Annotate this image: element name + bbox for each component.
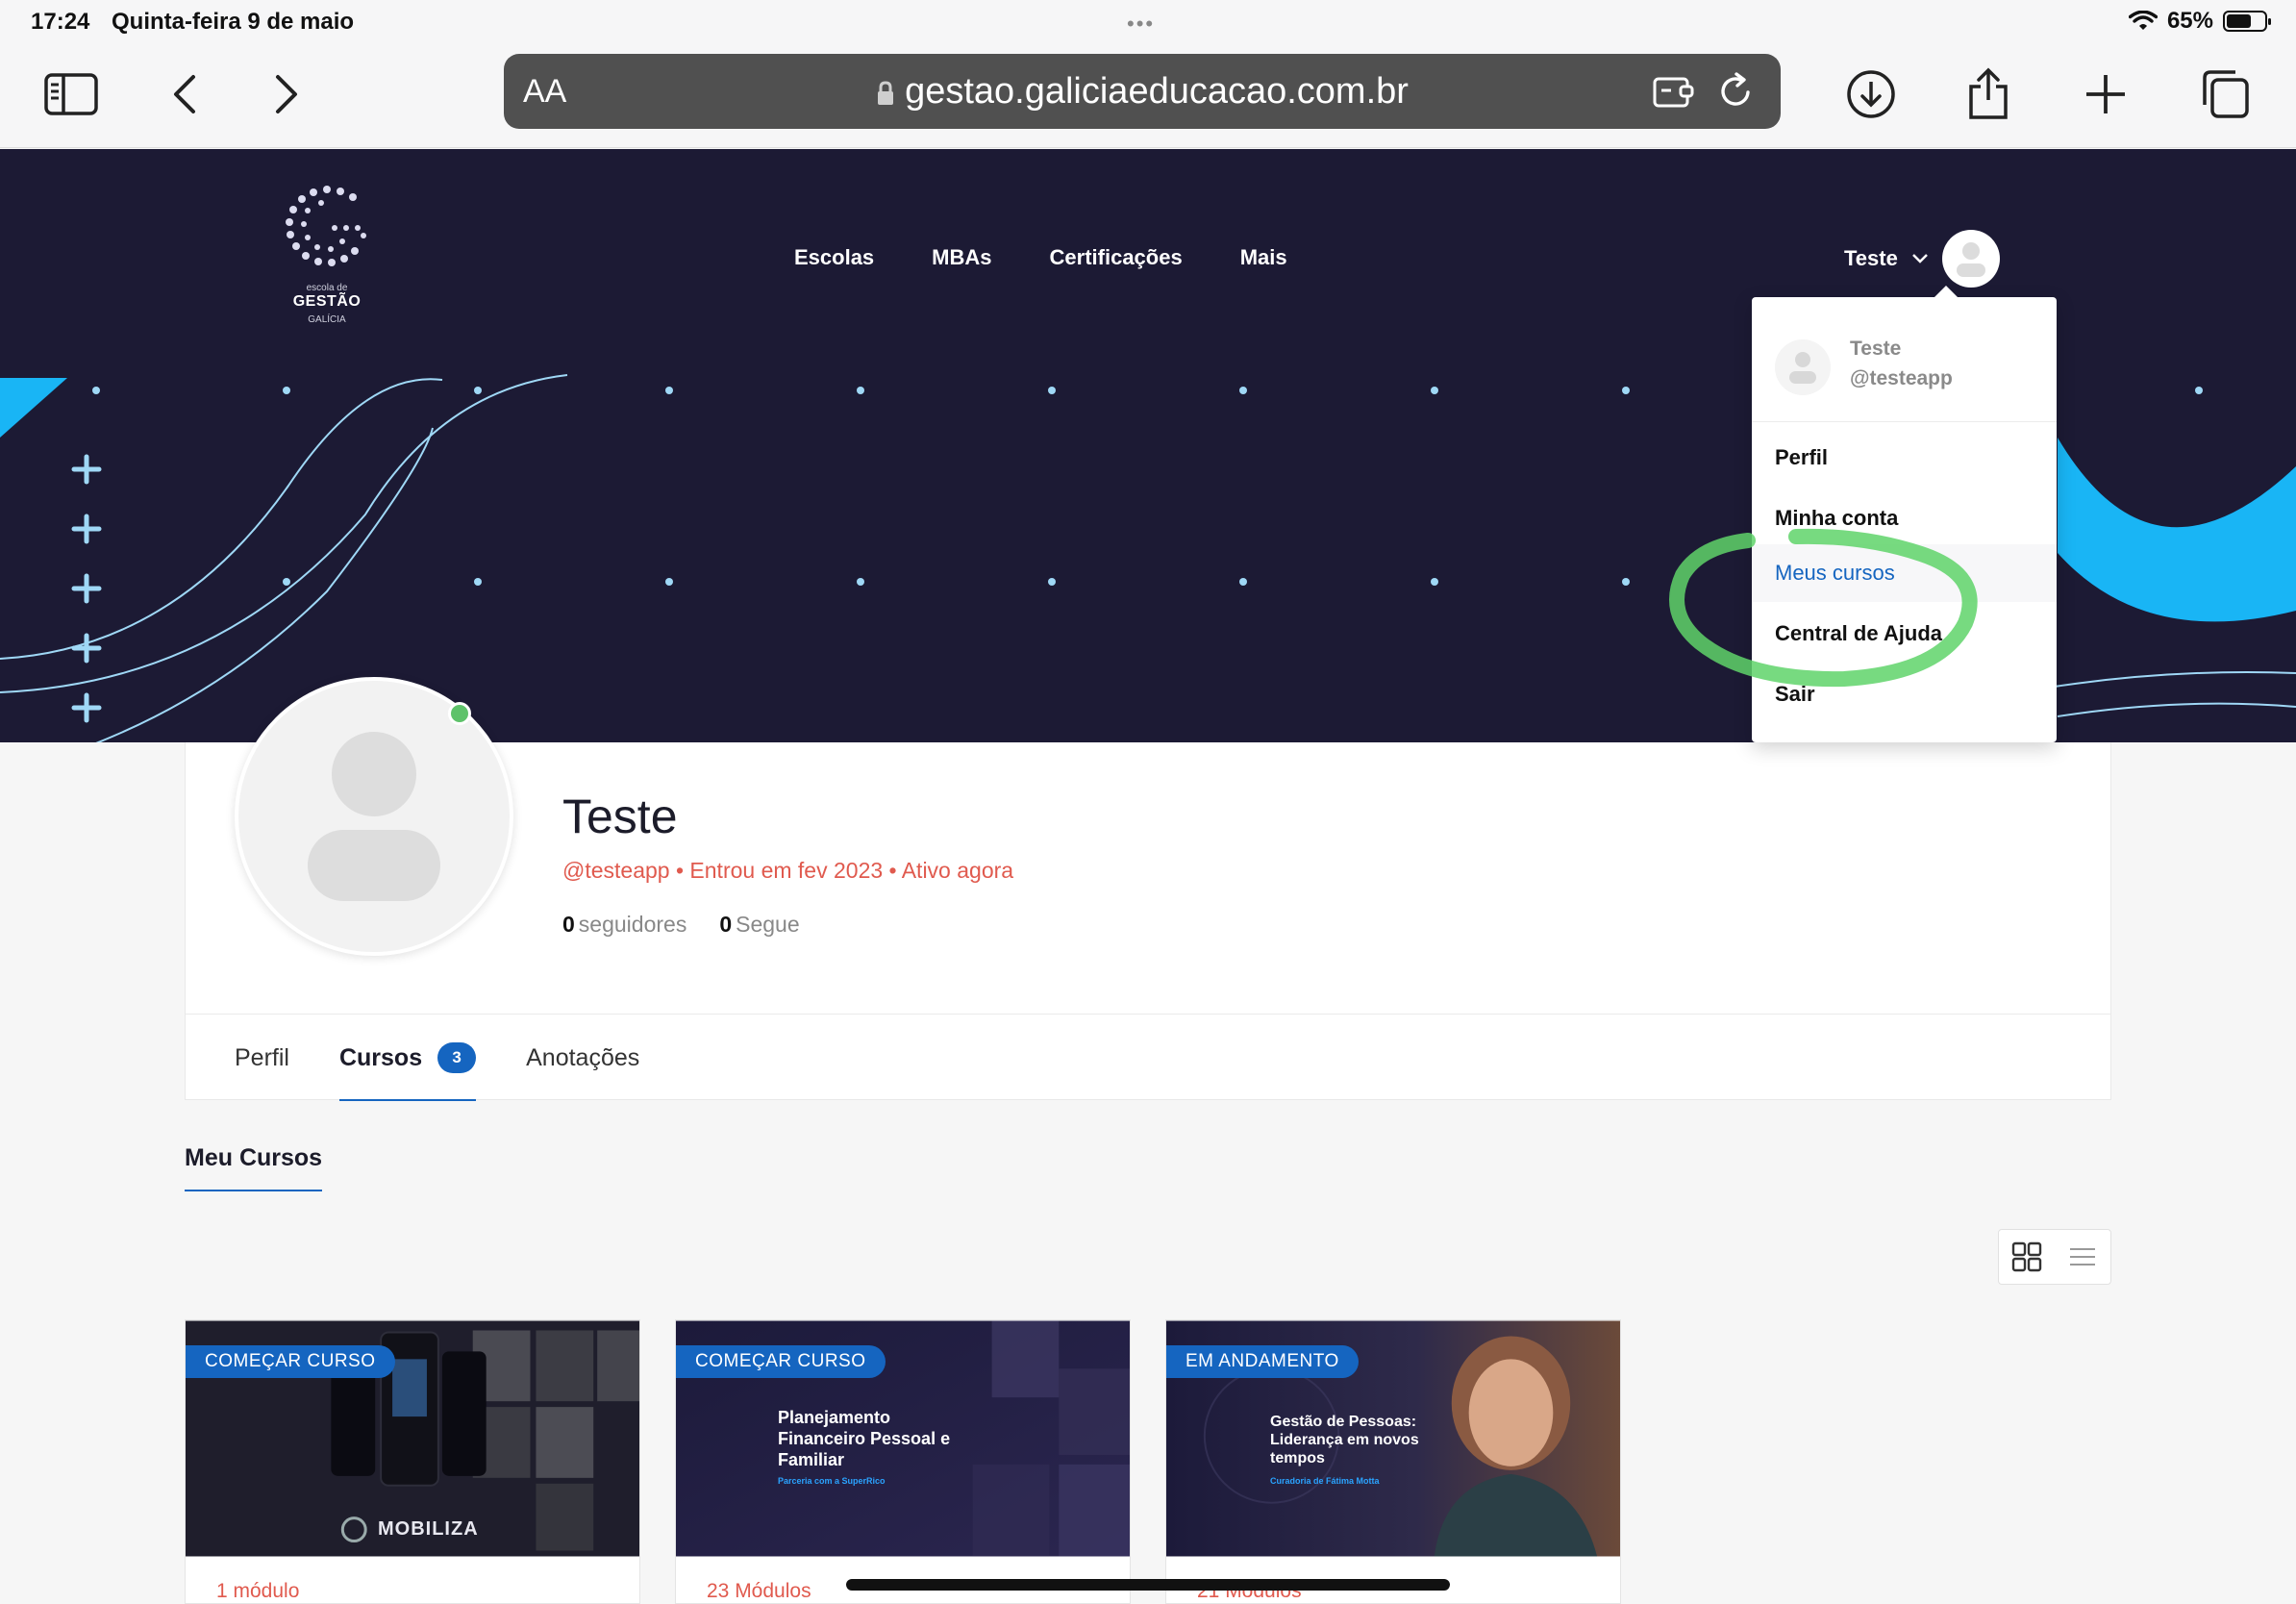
dropdown-avatar <box>1775 339 1831 395</box>
course-modules: 1 módulo <box>216 1580 300 1602</box>
status-time: 17:24 <box>31 9 90 35</box>
status-right: 65% <box>2128 8 2271 35</box>
course-modules: 23 Módulos <box>707 1580 811 1602</box>
grid-view-button[interactable] <box>1999 1230 2055 1284</box>
course-title: Planejamento Financeiro Pessoal e Famili… <box>778 1408 951 1469</box>
profile-name: Teste <box>562 789 678 843</box>
user-menu-trigger[interactable]: Teste <box>1844 230 2000 288</box>
forward-icon[interactable] <box>256 63 317 125</box>
dropdown-user-name: Teste <box>1850 338 1902 360</box>
logo-sub: escola de <box>306 283 348 293</box>
url-text: gestao.galiciaeducacao.com.br <box>905 71 1409 112</box>
url-display[interactable]: gestao.galiciaeducacao.com.br <box>504 71 1781 113</box>
grid-icon <box>2011 1241 2042 1272</box>
dropdown-item-meus-cursos[interactable]: Meus cursos <box>1752 544 2057 602</box>
person-icon <box>1956 242 1985 277</box>
main-nav: Escolas MBAs Certificações Mais <box>794 245 1287 270</box>
followers-label: seguidores <box>578 912 687 937</box>
chevron-down-icon <box>1911 254 1928 263</box>
profile-meta: @testeapp • Entrou em fev 2023 • Ativo a… <box>562 858 1014 883</box>
download-icon[interactable] <box>1840 63 1902 125</box>
address-bar[interactable]: AA gestao.galiciaeducacao.com.br <box>504 54 1781 129</box>
user-avatar[interactable] <box>1941 230 2000 288</box>
extension-icon[interactable] <box>1652 73 1698 112</box>
tab-count-badge: 3 <box>437 1041 477 1073</box>
status-date: Quinta-feira 9 de maio <box>112 9 355 35</box>
user-menu-name: Teste <box>1844 246 1898 270</box>
battery-fill <box>2227 14 2251 28</box>
following-label: Segue <box>736 912 800 937</box>
wifi-icon <box>2128 11 2158 30</box>
share-icon[interactable] <box>1958 63 2019 125</box>
battery-percent: 65% <box>2166 8 2213 34</box>
status-bar: 17:24 Quinta-feira 9 de maio ••• 65% <box>0 0 2296 46</box>
logo-brand: GALÍCIA <box>308 314 346 325</box>
site-logo[interactable]: escola de GESTÃO GALÍCIA <box>279 178 375 332</box>
dropdown-item-central-de-ajuda[interactable]: Central de Ajuda <box>1752 605 2057 663</box>
course-tagline: Parceria com a SuperRico <box>778 1476 886 1486</box>
back-icon[interactable] <box>154 63 215 125</box>
person-icon <box>308 732 440 901</box>
nav-mais[interactable]: Mais <box>1240 245 1287 270</box>
nav-escolas[interactable]: Escolas <box>794 245 874 270</box>
course-status-badge: COMEÇAR CURSO <box>186 1345 395 1378</box>
tab-label: Cursos <box>338 1043 423 1071</box>
tab-label: Perfil <box>235 1043 289 1071</box>
browser-toolbar: AA gestao.galiciaeducacao.com.br <box>0 46 2296 148</box>
online-status-dot <box>448 702 471 725</box>
course-status-badge: COMEÇAR CURSO <box>676 1345 886 1378</box>
following-count: 0 <box>719 912 733 937</box>
nav-certificacoes[interactable]: Certificações <box>1050 245 1183 270</box>
person-icon <box>1789 352 1816 384</box>
logo-main: GESTÃO <box>292 293 362 310</box>
tabs-overview-icon[interactable] <box>2194 63 2256 125</box>
follow-stats: 0 seguidores 0 Segue <box>562 912 800 938</box>
course-status-badge: EM ANDAMENTO <box>1166 1345 1359 1378</box>
tab-anotacoes[interactable]: Anotações <box>526 1015 639 1101</box>
dropdown-item-sair[interactable]: Sair <box>1752 665 2057 723</box>
dropdown-user-header[interactable]: Teste @testeapp <box>1752 297 2057 422</box>
tab-cursos[interactable]: Cursos 3 <box>338 1015 477 1101</box>
nav-mbas[interactable]: MBAs <box>932 245 991 270</box>
followers-stat[interactable]: 0 seguidores <box>562 912 686 938</box>
followers-count: 0 <box>562 912 575 937</box>
list-icon <box>2070 1248 2095 1266</box>
course-card[interactable]: EM ANDAMENTO Gestão de Pessoas: Lideranç… <box>1165 1319 1621 1604</box>
list-view-button[interactable] <box>2055 1230 2110 1284</box>
user-dropdown-menu: Teste @testeapp Perfil Minha conta Meus … <box>1752 286 2057 742</box>
course-card[interactable]: COMEÇAR CURSO Planejamento Financeiro Pe… <box>675 1319 1131 1604</box>
course-card[interactable]: COMEÇAR CURSO MOBILIZA 1 módulo <box>185 1319 640 1604</box>
battery-icon <box>2223 11 2271 32</box>
reload-icon[interactable] <box>1717 71 1756 112</box>
following-stat[interactable]: 0 Segue <box>719 912 799 938</box>
multitasking-dots-icon[interactable]: ••• <box>1127 12 1155 37</box>
dropdown-item-perfil[interactable]: Perfil <box>1752 429 2057 487</box>
sidebar-icon[interactable] <box>40 63 102 125</box>
tab-label: Anotações <box>526 1043 640 1071</box>
profile-avatar[interactable] <box>235 677 513 956</box>
profile-tabs: Perfil Cursos 3 Anotações <box>185 1014 2111 1101</box>
view-toggle <box>1998 1229 2111 1285</box>
course-tagline: Curadoria de Fátima Motta <box>1270 1476 1380 1486</box>
lock-icon <box>878 81 894 105</box>
logo-mark-icon <box>286 186 366 266</box>
course-brand: MOBILIZA <box>378 1518 479 1540</box>
dropdown-item-minha-conta[interactable]: Minha conta <box>1752 489 2057 547</box>
new-tab-icon[interactable] <box>2075 63 2136 125</box>
home-indicator[interactable] <box>846 1579 1450 1591</box>
section-title: Meu Cursos <box>185 1144 323 1191</box>
tab-perfil[interactable]: Perfil <box>235 1015 289 1101</box>
course-title: Gestão de Pessoas: Liderança em novos te… <box>1270 1414 1419 1466</box>
dropdown-user-handle: @testeapp <box>1850 367 1953 389</box>
